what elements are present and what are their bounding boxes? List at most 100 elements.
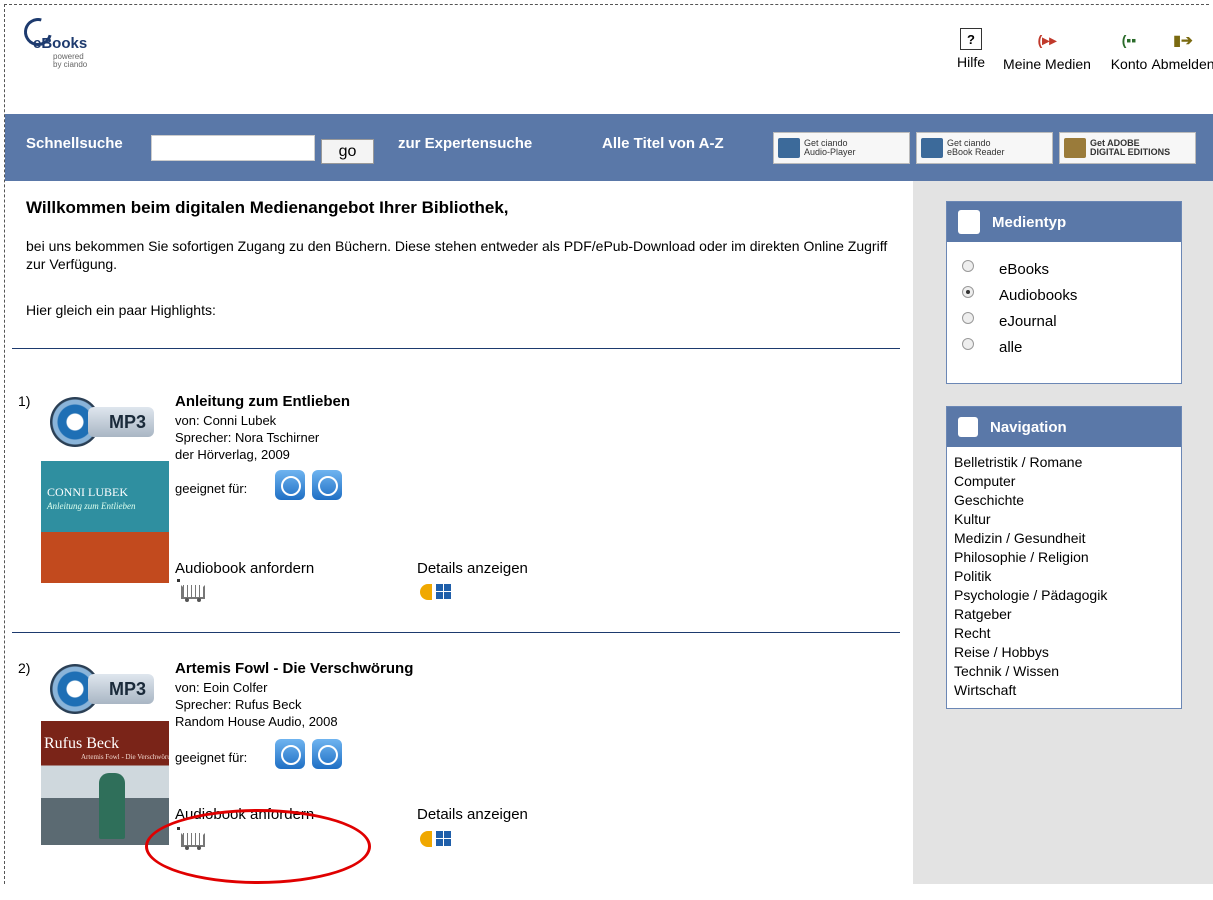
suitable-for-label: geeignet für: [175, 750, 248, 765]
headphones-icon [312, 470, 342, 500]
quick-search-input[interactable] [151, 135, 315, 161]
cover-author: CONNI LUBEK [47, 485, 128, 499]
nav-item-belletristik[interactable]: Belletristik / Romane [954, 453, 1173, 472]
navigation-list-icon [958, 417, 978, 437]
nav-item-politik[interactable]: Politik [954, 567, 1173, 586]
welcome-heading: Willkommen beim digitalen Medienangebot … [26, 198, 509, 217]
all-titles-link[interactable]: Alle Titel von A-Z [602, 135, 724, 152]
account-link[interactable]: (▪▪ Konto [1103, 28, 1155, 72]
help-label: Hilfe [956, 54, 985, 70]
item-title[interactable]: Artemis Fowl - Die Verschwörung [175, 660, 413, 677]
search-bar: Schnellsuche go zur Expertensuche Alle T… [5, 114, 1213, 181]
details-icon[interactable] [420, 582, 460, 602]
my-media-icon: (▸▸ [1037, 31, 1057, 48]
divider [12, 348, 900, 349]
lightbulb-icon [958, 210, 980, 234]
my-media-label: Meine Medien [1003, 56, 1091, 72]
nav-item-psychologie[interactable]: Psychologie / Pädagogik [954, 586, 1173, 605]
navigation-title: Navigation [990, 418, 1067, 436]
go-button[interactable]: go [321, 139, 374, 164]
item-number: 1) [18, 393, 31, 409]
nav-item-philosophie[interactable]: Philosophie / Religion [954, 548, 1173, 567]
nav-item-recht[interactable]: Recht [954, 624, 1173, 643]
headphones-icon [312, 739, 342, 769]
logo-name: eBooks [33, 35, 88, 52]
radio-all[interactable] [962, 338, 974, 350]
cover-figure [99, 773, 125, 839]
list-item: 1) MP3 CONNI LUBEK Anleitung zum Entlieb… [0, 393, 913, 633]
format-label: MP3 [88, 674, 154, 704]
nav-item-technik[interactable]: Technik / Wissen [954, 662, 1173, 681]
adobe-de-text: Get ADOBE DIGITAL EDITIONS [1090, 138, 1171, 157]
logo-tagline: powered by ciando [53, 52, 88, 69]
top-icon-bar: ? Hilfe (▸▸ Meine Medien (▪▪ Konto ▮➔ Ab… [953, 28, 1213, 88]
item-meta: von: Eoin Colfer Sprecher: Rufus Beck Ra… [175, 679, 338, 730]
media-type-options: eBooks Audiobooks eJournal alle [947, 242, 1181, 362]
player-device-icon [275, 739, 305, 769]
details-icon[interactable] [420, 829, 460, 849]
adobe-de-icon [1064, 138, 1086, 158]
audio-player-text: Get ciando Audio-Player [804, 138, 856, 157]
cover-image[interactable]: Rufus Beck Artemis Fowl - Die Verschwöru… [41, 721, 169, 845]
list-item: 2) MP3 Rufus Beck Artemis Fowl - Die Ver… [0, 660, 913, 900]
my-media-link[interactable]: (▸▸ Meine Medien [997, 28, 1097, 73]
show-details-link[interactable]: Details anzeigen [417, 806, 528, 823]
highlights-label: Hier gleich ein paar Highlights: [26, 302, 216, 318]
item-publisher: der Hörverlag, 2009 [175, 447, 290, 462]
get-audio-player-badge[interactable]: Get ciando Audio-Player [773, 132, 910, 164]
get-ebook-reader-badge[interactable]: Get ciando eBook Reader [916, 132, 1053, 164]
media-type-title: Medientyp [992, 213, 1067, 231]
item-title[interactable]: Anleitung zum Entlieben [175, 393, 350, 410]
nav-item-kultur[interactable]: Kultur [954, 510, 1173, 529]
media-option-audiobooks[interactable]: Audiobooks [947, 284, 1181, 310]
mp3-format-icon: MP3 [50, 397, 170, 449]
nav-item-reise[interactable]: Reise / Hobbys [954, 643, 1173, 662]
show-details-link[interactable]: Details anzeigen [417, 560, 528, 577]
navigation-box: Navigation Belletristik / Romane Compute… [946, 406, 1182, 709]
player-device-icon [275, 470, 305, 500]
suitable-for-label: geeignet für: [175, 481, 248, 496]
ebooks-logo[interactable]: eBooks powered by ciando [18, 12, 104, 69]
logout-label: Abmelden [1151, 56, 1213, 72]
format-label: MP3 [88, 407, 154, 437]
radio-ebooks[interactable] [962, 260, 974, 272]
ebook-reader-text: Get ciando eBook Reader [947, 138, 1005, 157]
nav-item-computer[interactable]: Computer [954, 472, 1173, 491]
nav-item-geschichte[interactable]: Geschichte [954, 491, 1173, 510]
account-icon: (▪▪ [1121, 32, 1137, 48]
item-speaker: Sprecher: Nora Tschirner [175, 430, 320, 445]
navigation-header: Navigation [947, 407, 1181, 447]
intro-text: bei uns bekommen Sie sofortigen Zugang z… [26, 238, 888, 272]
cart-icon[interactable] [177, 579, 207, 603]
audio-player-icon [778, 138, 800, 158]
expert-search-link[interactable]: zur Expertensuche [398, 135, 532, 152]
cover-title: Artemis Fowl - Die Verschwörung [81, 753, 169, 761]
navigation-list: Belletristik / Romane Computer Geschicht… [947, 447, 1181, 706]
cover-image[interactable]: CONNI LUBEK Anleitung zum Entlieben [41, 461, 169, 583]
media-type-box: Medientyp eBooks Audiobooks eJournal all… [946, 201, 1182, 384]
cover-title: Anleitung zum Entlieben [47, 501, 136, 511]
account-label: Konto [1110, 56, 1148, 72]
help-link[interactable]: ? Hilfe [953, 28, 989, 70]
quick-search-label: Schnellsuche [26, 135, 123, 152]
radio-audiobooks[interactable] [962, 286, 974, 298]
item-meta: von: Conni Lubek Sprecher: Nora Tschirne… [175, 412, 319, 463]
item-author: von: Conni Lubek [175, 413, 277, 428]
media-type-header: Medientyp [947, 202, 1181, 242]
mp3-format-icon: MP3 [50, 664, 170, 716]
radio-ejournal[interactable] [962, 312, 974, 324]
media-option-ebooks[interactable]: eBooks [947, 258, 1181, 284]
item-publisher: Random House Audio, 2008 [175, 714, 338, 729]
nav-item-ratgeber[interactable]: Ratgeber [954, 605, 1173, 624]
logout-link[interactable]: ▮➔ Abmelden [1151, 28, 1213, 73]
get-adobe-de-badge[interactable]: Get ADOBE DIGITAL EDITIONS [1059, 132, 1196, 164]
logout-icon: ▮➔ [1173, 31, 1193, 48]
nav-item-medizin[interactable]: Medizin / Gesundheit [954, 529, 1173, 548]
ebook-reader-icon [921, 138, 943, 158]
item-number: 2) [18, 660, 31, 676]
request-audiobook-link[interactable]: Audiobook anfordern [175, 560, 314, 577]
media-option-ejournal[interactable]: eJournal [947, 310, 1181, 336]
nav-item-wirtschaft[interactable]: Wirtschaft [954, 681, 1173, 700]
help-icon: ? [960, 28, 982, 50]
media-option-all[interactable]: alle [947, 336, 1181, 362]
